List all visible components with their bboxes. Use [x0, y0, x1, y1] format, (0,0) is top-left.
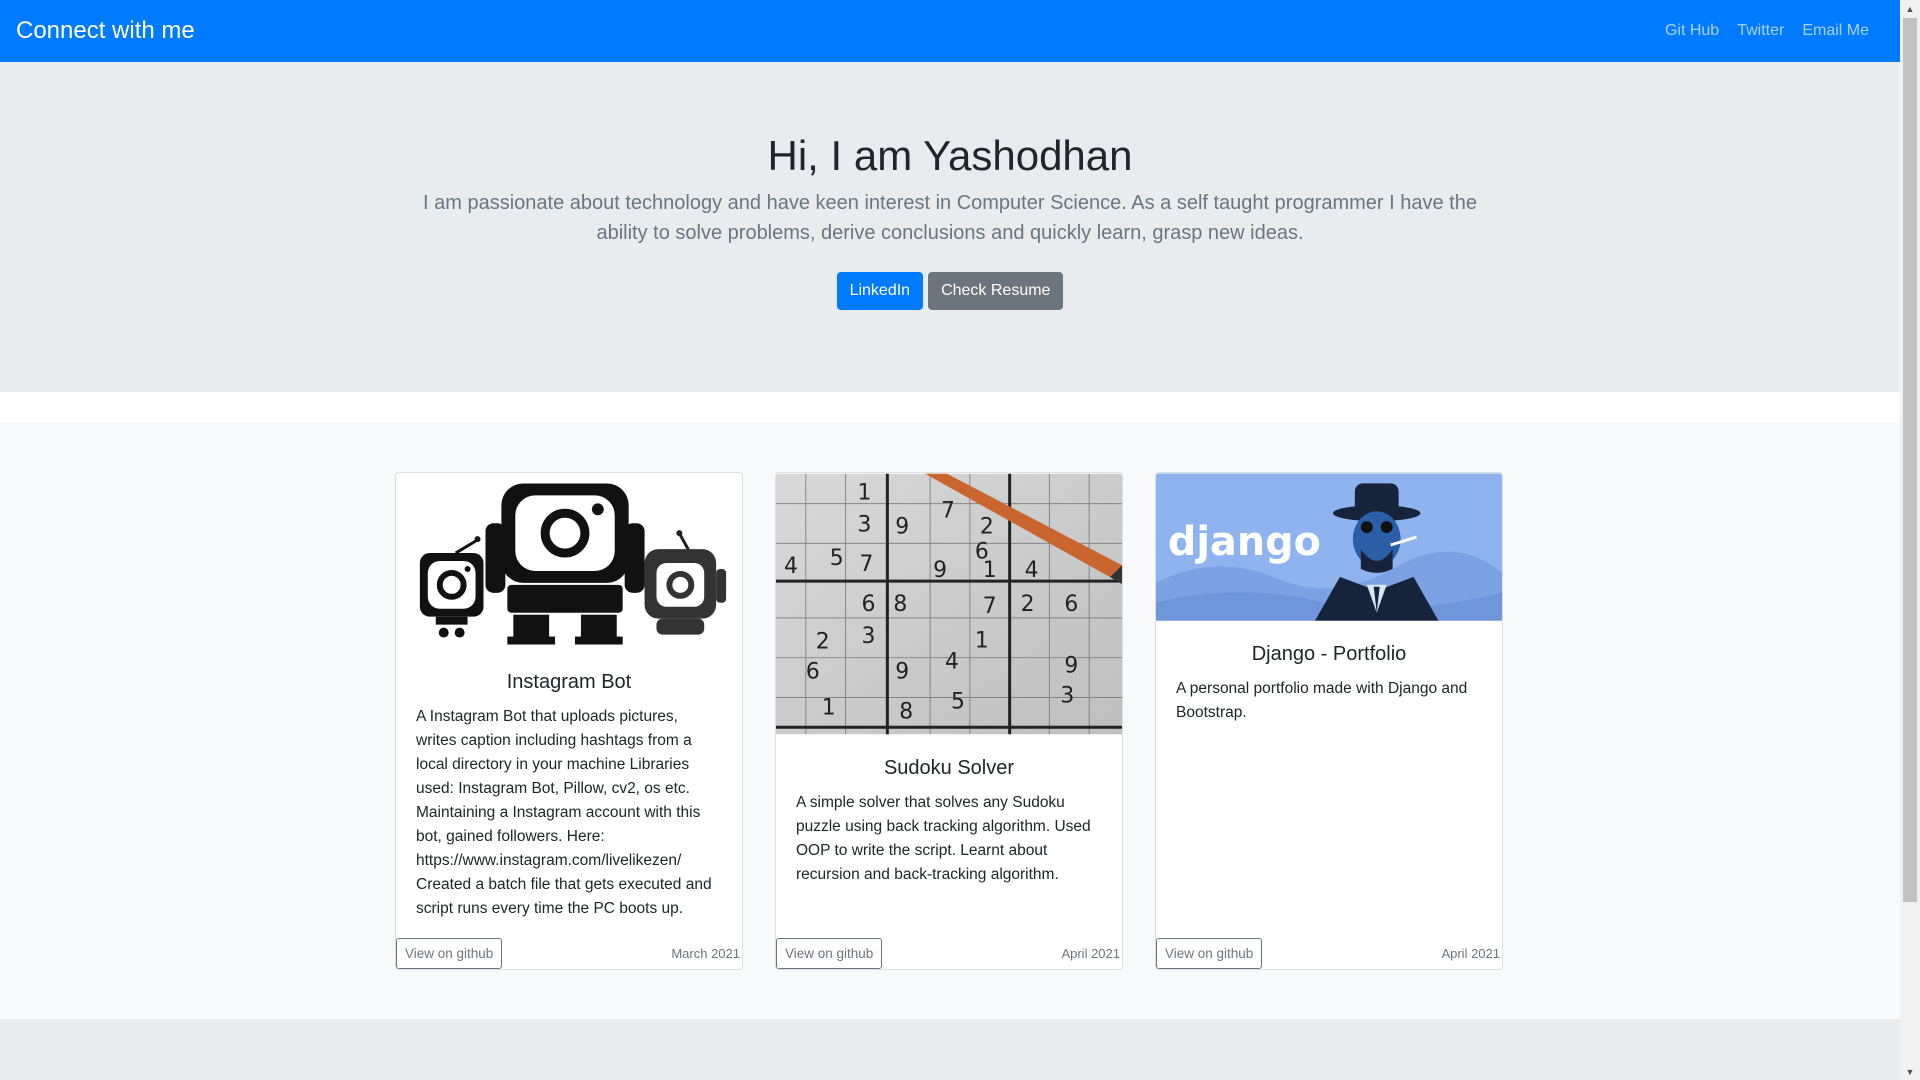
sudoku-digit: 9 [895, 514, 909, 539]
card-body: Sudoku Solver A simple solver that solve… [776, 735, 1122, 887]
sudoku-digit: 6 [862, 592, 876, 617]
card-title: Django - Portfolio [1251, 643, 1407, 665]
project-card-django-portfolio: django Django - Portfolio A personal por… [1155, 472, 1503, 970]
project-card-sudoku-solver: 1397624567891431726269491853 Sudoku Solv… [775, 472, 1123, 970]
sudoku-digit: 3 [1060, 683, 1074, 708]
sudoku-digit: 7 [941, 499, 955, 524]
sudoku-digit: 5 [830, 546, 844, 571]
card-footer: View on github April 2021 [776, 937, 1122, 969]
project-date: April 2021 [1441, 945, 1500, 961]
sudoku-digit: 6 [806, 660, 820, 685]
django-banner-image: django [1156, 473, 1502, 621]
sudoku-digit: 1 [858, 481, 872, 506]
projects-section: Instagram Bot A Instagram Bot that uploa… [0, 423, 1900, 1019]
vertical-scrollbar[interactable]: ▲ ▼ [1900, 0, 1920, 1080]
instagram-robots-icon [396, 473, 742, 649]
scroll-down-arrow-icon[interactable]: ▼ [1900, 1063, 1920, 1080]
sudoku-digit: 3 [862, 624, 876, 649]
sudoku-digit: 9 [895, 660, 909, 685]
sudoku-digit: 9 [933, 558, 947, 583]
view-on-github-button[interactable]: View on github [1156, 937, 1263, 969]
linkedin-button[interactable]: LinkedIn [836, 272, 924, 310]
card-body: Django - Portfolio A personal portfolio … [1156, 621, 1502, 725]
project-date: March 2021 [671, 945, 740, 961]
sudoku-digit: 2 [1021, 592, 1035, 617]
hero-lead: I am passionate about technology and hav… [423, 192, 1477, 244]
nav-link-github[interactable]: Git Hub [1656, 22, 1728, 40]
sudoku-digit: 5 [951, 689, 965, 714]
card-footer: View on github April 2021 [1156, 937, 1502, 969]
hero-buttons: LinkedIn Check Resume [0, 272, 1900, 310]
navbar-brand[interactable]: Connect with me [16, 0, 195, 62]
scroll-up-arrow-icon[interactable]: ▲ [1900, 0, 1920, 17]
project-cards: Instagram Bot A Instagram Bot that uploa… [395, 472, 1503, 970]
sudoku-digit: 3 [858, 512, 872, 537]
view-on-github-button[interactable]: View on github [396, 937, 503, 969]
card-footer: View on github March 2021 [396, 937, 742, 969]
navbar: Connect with me Git Hub Twitter Email Me [0, 0, 1900, 62]
sudoku-digit: 1 [983, 558, 997, 583]
sudoku-digit: 4 [945, 650, 959, 675]
card-text: A simple solver that solves any Sudoku p… [796, 794, 1091, 883]
sudoku-digit: 1 [822, 695, 836, 720]
card-title: Sudoku Solver [883, 757, 1015, 779]
sudoku-digit: 2 [980, 514, 994, 539]
sudoku-digit: 8 [899, 699, 913, 724]
sudoku-grid-image: 13 97624 56789 1 43 17 2 626 9 4 91 8 5 3 [776, 473, 1122, 735]
sudoku-digit: 8 [893, 592, 907, 617]
card-title: Instagram Bot [506, 671, 632, 693]
nav-links: Git Hub Twitter Email Me [1656, 22, 1884, 40]
project-date: April 2021 [1061, 945, 1120, 961]
sudoku-digit: 6 [1064, 592, 1078, 617]
sudoku-digit: 7 [860, 552, 874, 577]
sudoku-digit: 4 [784, 554, 798, 579]
sudoku-digit: 1 [975, 629, 989, 654]
footer [0, 1019, 1900, 1080]
sudoku-digit: 4 [1025, 558, 1039, 583]
page: Connect with me Git Hub Twitter Email Me… [0, 0, 1900, 1080]
project-card-instagram-bot: Instagram Bot A Instagram Bot that uploa… [395, 472, 743, 970]
card-body: Instagram Bot A Instagram Bot that uploa… [396, 649, 742, 921]
check-resume-button[interactable]: Check Resume [928, 272, 1064, 310]
nav-link-email[interactable]: Email Me [1793, 22, 1878, 40]
sudoku-digit: 2 [816, 630, 830, 655]
card-text: A Instagram Bot that uploads pictures, w… [416, 708, 712, 917]
hero-title: Hi, I am Yashodhan [767, 132, 1133, 179]
hero-section: Hi, I am Yashodhan I am passionate about… [0, 62, 1900, 392]
nav-link-twitter[interactable]: Twitter [1728, 22, 1793, 40]
scroll-thumb[interactable] [1903, 18, 1917, 902]
django-logo-text: django [1168, 519, 1321, 565]
sudoku-digit: 7 [983, 594, 997, 619]
card-text: A personal portfolio made with Django an… [1176, 680, 1468, 721]
view-on-github-button[interactable]: View on github [776, 937, 883, 969]
sudoku-digit: 9 [1064, 654, 1078, 679]
